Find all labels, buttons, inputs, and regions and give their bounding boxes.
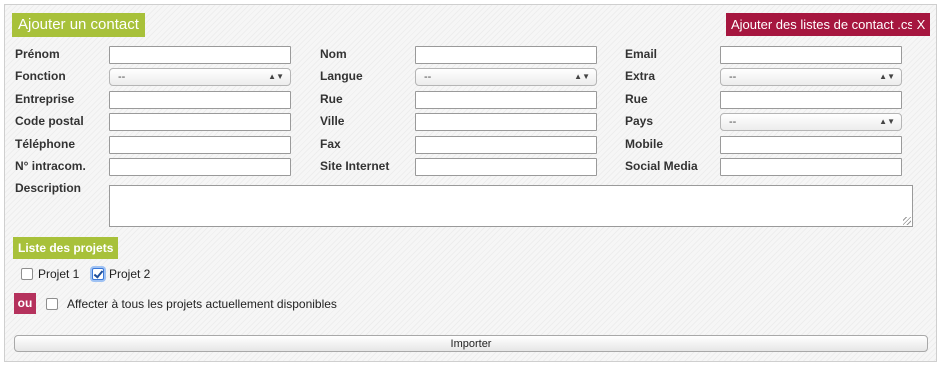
extra-select[interactable]: -- ▲▼ xyxy=(720,68,902,86)
label-rue-2: Rue xyxy=(625,92,648,106)
projet-1-label: Projet 1 xyxy=(38,267,80,281)
label-nom: Nom xyxy=(320,47,347,61)
resize-grip-icon[interactable] xyxy=(903,217,911,225)
label-intracom: N° intracom. xyxy=(15,159,86,173)
nom-input[interactable] xyxy=(415,46,597,64)
updown-arrow-icon: ▲▼ xyxy=(879,117,895,126)
label-email: Email xyxy=(625,47,658,61)
import-csv-button[interactable]: Ajouter des listes de contact .csv xyxy=(726,13,926,36)
prenom-input[interactable] xyxy=(109,46,291,64)
updown-arrow-icon: ▲▼ xyxy=(268,72,284,81)
updown-arrow-icon: ▲▼ xyxy=(879,72,895,81)
label-langue: Langue xyxy=(320,69,363,83)
updown-arrow-icon: ▲▼ xyxy=(574,72,590,81)
extra-select-value: -- xyxy=(729,71,737,83)
label-extra: Extra xyxy=(625,69,656,83)
telephone-input[interactable] xyxy=(109,136,291,154)
form-title: Ajouter un contact xyxy=(12,13,145,37)
fonction-select[interactable]: -- ▲▼ xyxy=(109,68,291,86)
label-social-media: Social Media xyxy=(625,159,698,173)
close-button[interactable]: X xyxy=(912,13,930,36)
fax-input[interactable] xyxy=(415,136,597,154)
ville-input[interactable] xyxy=(415,113,597,131)
assign-all-label: Affecter à tous les projets actuellement… xyxy=(67,297,337,311)
rue-input-2[interactable] xyxy=(720,91,902,109)
projet-2-label: Projet 2 xyxy=(109,267,151,281)
label-fax: Fax xyxy=(320,137,341,151)
label-mobile: Mobile xyxy=(625,137,663,151)
langue-select[interactable]: -- ▲▼ xyxy=(415,68,597,86)
fonction-select-value: -- xyxy=(118,71,126,83)
label-prenom: Prénom xyxy=(15,47,60,61)
label-description: Description xyxy=(15,181,82,195)
langue-select-value: -- xyxy=(424,71,432,83)
label-entreprise: Entreprise xyxy=(15,92,75,106)
intracom-input[interactable] xyxy=(109,158,291,176)
projet-2-checkbox[interactable] xyxy=(92,268,104,280)
projects-title: Liste des projets xyxy=(13,237,119,259)
import-button[interactable]: Importer xyxy=(14,335,928,352)
site-internet-input[interactable] xyxy=(415,158,597,176)
mobile-input[interactable] xyxy=(720,136,902,154)
label-rue-1: Rue xyxy=(320,92,343,106)
label-site-internet: Site Internet xyxy=(320,159,390,173)
social-media-input[interactable] xyxy=(720,158,902,176)
label-fonction: Fonction xyxy=(15,69,66,83)
label-code-postal: Code postal xyxy=(15,114,84,128)
email-input[interactable] xyxy=(720,46,902,64)
projet-1-checkbox[interactable] xyxy=(21,268,33,280)
assign-all-checkbox[interactable] xyxy=(46,298,58,310)
label-ville: Ville xyxy=(320,114,345,128)
pays-select[interactable]: -- ▲▼ xyxy=(720,113,902,131)
code-postal-input[interactable] xyxy=(109,113,291,131)
or-badge: ou xyxy=(14,293,36,314)
description-textarea[interactable] xyxy=(109,185,913,227)
label-pays: Pays xyxy=(625,114,654,128)
label-telephone: Téléphone xyxy=(15,137,76,151)
entreprise-input[interactable] xyxy=(109,91,291,109)
pays-select-value: -- xyxy=(729,116,737,128)
rue-input-1[interactable] xyxy=(415,91,597,109)
